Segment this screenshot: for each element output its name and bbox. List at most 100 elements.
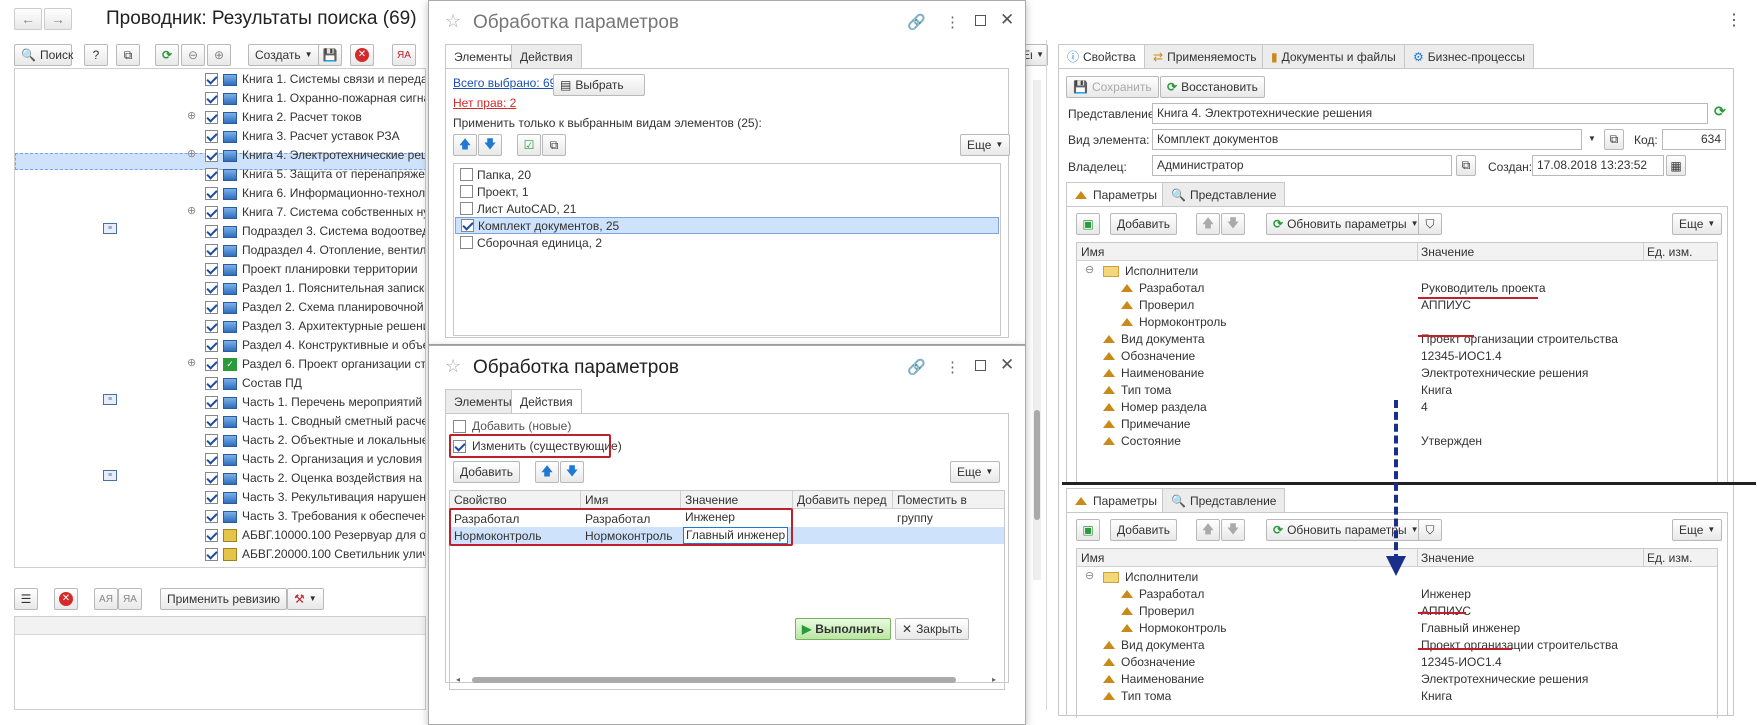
tab-representation[interactable]: 🔍 Представление [1162,488,1286,512]
tab-elements[interactable]: Элементы [445,389,521,413]
refresh-icon[interactable]: ⟳ [155,44,179,66]
sort-asc-icon[interactable]: АЯ [94,588,118,610]
restore-button[interactable]: ⟳ Восстановить [1160,76,1265,98]
save-icon[interactable]: 💾 [318,44,342,66]
param-value[interactable]: Электротехнические решения [1421,672,1588,686]
tree-row[interactable]: ⊕ Книга 2. Расчет токов [15,107,425,125]
open-icon[interactable]: ⧉ [1456,155,1476,176]
param-value[interactable]: Книга [1421,383,1452,397]
row-checkbox[interactable] [205,301,218,314]
star-icon[interactable]: ☆ [445,356,461,377]
tree-row[interactable]: Раздел 2. Схема планировочной орга [15,297,425,314]
add-new-option[interactable]: Добавить (новые) [453,419,571,433]
type-row[interactable]: Комплект документов, 25 [455,217,999,234]
move-up-icon[interactable]: 🡅 [1196,519,1220,541]
add-param-icon[interactable]: ▣ [1076,519,1100,541]
move-up-icon[interactable]: 🡅 [453,134,477,156]
row-checkbox[interactable] [205,282,218,295]
param-row[interactable]: Проверил АППИУС [1077,296,1717,313]
tree-row[interactable]: ⊕ Книга 4. Электротехнические решени [15,145,425,162]
move-down-icon[interactable]: 🡇 [1221,519,1245,541]
tree-row[interactable]: ≡ Подраздел 3. Система водоотведени [15,221,425,238]
tab-representation[interactable]: 🔍 Представление [1162,182,1286,206]
tab-actions[interactable]: Действия [511,389,582,414]
row-checkbox[interactable] [205,92,218,105]
param-value[interactable]: Главный инженер [1421,621,1520,635]
move-up-icon[interactable]: 🡅 [535,461,559,483]
row-checkbox[interactable] [205,529,218,542]
row-checkbox[interactable] [205,320,218,333]
apply-revision-button[interactable]: Применить ревизию [160,588,287,610]
tree-row[interactable]: Часть 3. Требования к обеспечению [15,506,425,523]
help-button[interactable]: ? [84,44,108,66]
back-button[interactable]: ← [14,8,42,30]
param-row[interactable]: Проверил АППИУС [1077,602,1717,619]
param-row[interactable]: Тип тома Книга [1077,381,1717,398]
main-scrollbar[interactable] [1033,80,1041,580]
row-checkbox[interactable] [205,358,218,371]
run-button[interactable]: ▶ Выполнить [795,618,891,640]
row-checkbox[interactable] [205,73,218,86]
param-value[interactable]: АППИУС [1421,298,1471,312]
owner-field[interactable]: Администратор [1152,155,1452,176]
select-button[interactable]: ▤ Выбрать [553,74,645,96]
tab-properties[interactable]: ⓘ Свойства [1058,44,1145,69]
param-value[interactable]: Инженер [1421,587,1471,601]
param-row[interactable]: Вид документа Проект организации строител… [1077,636,1717,653]
param-value[interactable]: 4 [1421,400,1428,414]
add-button[interactable]: Добавить [1110,519,1178,541]
tree-row[interactable]: ⊕ Книга 7. Система собственных нужд [15,202,425,220]
move-up-icon[interactable]: 🡅 [1196,213,1220,235]
param-row[interactable]: Вид документа Проект организации строител… [1077,330,1717,347]
param-value[interactable]: Руководитель проекта [1421,281,1546,295]
close-icon[interactable]: ✕ [1000,10,1014,30]
link-icon[interactable]: 🔗 [907,358,926,376]
uncheck-all-icon[interactable]: ⧉ [542,134,566,156]
row-checkbox[interactable] [205,206,218,219]
tree-row[interactable]: Раздел 3. Архитектурные решения [15,316,425,333]
tree-row[interactable]: Книга 1. Системы связи и передачи д [15,69,425,86]
representation-field[interactable]: Книга 4. Электротехнические решения [1152,103,1708,124]
param-row[interactable]: ⊖ Исполнители [1077,262,1717,279]
param-row[interactable]: Разработал Инженер [1077,585,1717,602]
save-button[interactable]: 💾 Сохранить [1066,76,1159,98]
param-value[interactable]: 12345-ИОС1.4 [1421,655,1502,669]
col-value[interactable]: Значение [685,491,738,509]
tree-row[interactable]: Проект планировки территории [15,259,425,276]
col-add-before[interactable]: Добавить перед [797,491,887,509]
link-icon[interactable]: 🔗 [907,13,926,31]
type-checkbox[interactable] [460,168,473,181]
type-row[interactable]: Сборочная единица, 2 [455,234,999,251]
tab-parameters[interactable]: Параметры [1066,182,1166,207]
row-checkbox[interactable] [205,396,218,409]
calendar-icon[interactable]: ▦ [1666,155,1686,176]
row-checkbox[interactable] [205,111,218,124]
param-value[interactable]: Утвержден [1421,434,1482,448]
col-value[interactable]: Значение [1421,549,1474,567]
filter-icon[interactable]: ⛉ [1418,213,1442,235]
move-down-icon[interactable]: 🡇 [478,134,502,156]
tree-row[interactable]: Книга 5. Защита от перенапряжений [15,164,425,181]
expand-icon[interactable]: ⊕ [187,108,196,125]
collapse-icon[interactable]: ⊖ [1085,569,1094,582]
add-button[interactable]: Добавить [1110,213,1178,235]
delete-icon[interactable]: ✕ [350,44,374,66]
expand-icon[interactable]: ⊕ [187,203,196,220]
param-row[interactable]: Тип тома Книга [1077,687,1717,704]
tree-row[interactable]: Часть 2. Организация и условия тру [15,449,425,466]
param-row[interactable]: Нормоконтроль [1077,313,1717,330]
more-button[interactable]: Еще ▼ [1672,213,1723,235]
update-params-button[interactable]: ⟳ Обновить параметры ▼ [1266,213,1426,235]
type-row[interactable]: Лист AutoCAD, 21 [455,200,999,217]
expand-icon[interactable]: ⊕ [187,355,196,372]
chevron-down-icon[interactable]: ▼ [1588,134,1596,143]
tools-button[interactable]: ⚒ ▼ [287,588,324,610]
row-checkbox[interactable] [205,130,218,143]
add-param-icon[interactable]: ▣ [1076,213,1100,235]
tab-parameters[interactable]: Параметры [1066,488,1166,513]
row-checkbox[interactable] [205,168,218,181]
tree-row[interactable]: Часть 2. Объектные и локальные сме [15,430,425,447]
sort-desc-icon[interactable]: ЯА [118,588,142,610]
row-checkbox[interactable] [205,149,218,162]
tab-documents[interactable]: ▮ Документы и файлы [1262,44,1405,68]
